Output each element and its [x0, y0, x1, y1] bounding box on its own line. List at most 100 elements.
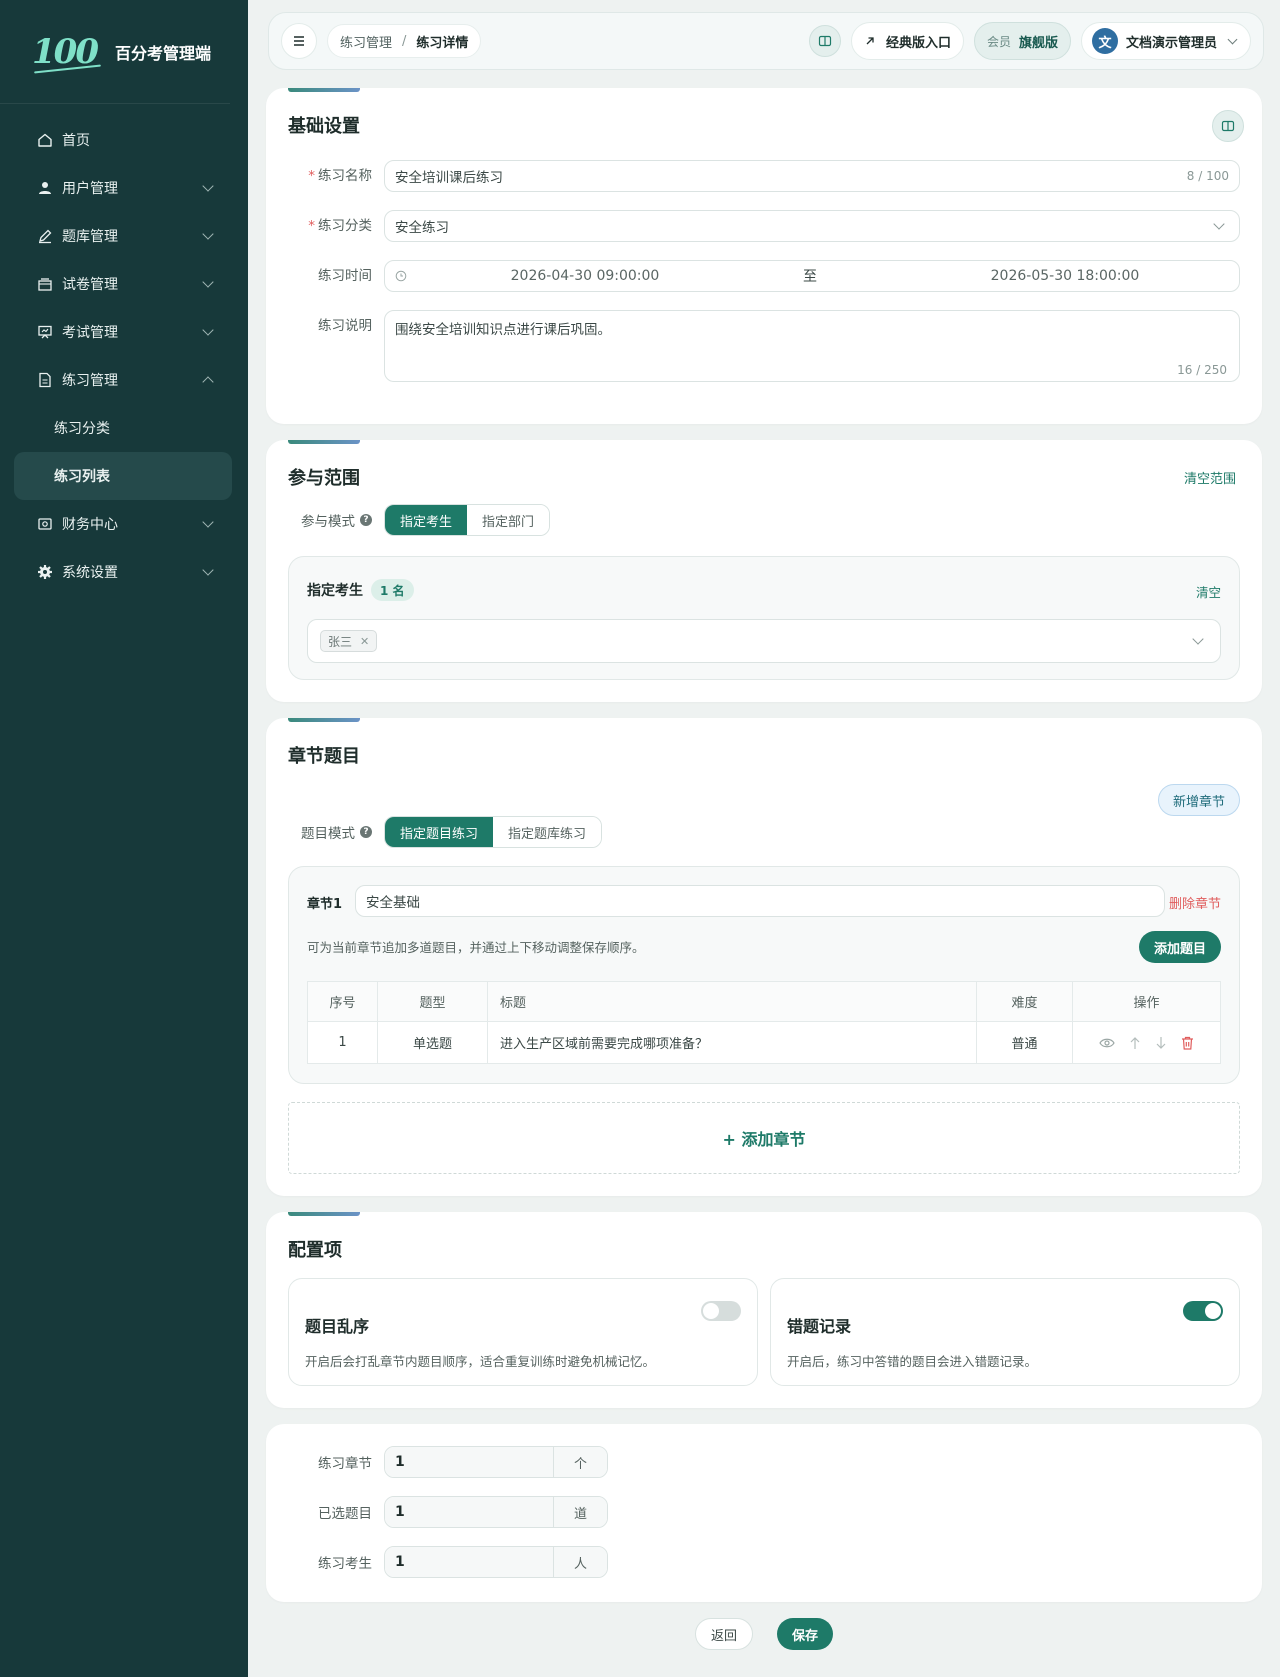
- table-header-type: 题型: [377, 981, 488, 1022]
- card-accent: [288, 440, 360, 444]
- member-level: 旗舰版: [1018, 35, 1058, 51]
- member-badge[interactable]: 会员 旗舰版: [973, 22, 1071, 60]
- sidebar-item-home[interactable]: 首页: [0, 116, 248, 164]
- classic-entry-label: 经典版入口: [885, 35, 951, 51]
- paper-icon: [36, 275, 54, 293]
- sidebar-item-finance[interactable]: 财务中心: [0, 500, 248, 548]
- toggle-knob: [703, 1303, 719, 1319]
- table-header-actions: 操作: [1072, 981, 1221, 1022]
- summary-questions-field: 1 道: [384, 1496, 608, 1528]
- summary-row-questions: 已选题目 1 道: [288, 1496, 608, 1528]
- practice-time-range-picker[interactable]: 2026-04-30 09:00:00 至 2026-05-30 18:00:0…: [384, 260, 1240, 292]
- brand[interactable]: 100 百分考管理端: [0, 0, 230, 104]
- practice-desc-count: 16 / 250: [1177, 363, 1227, 377]
- table-row: 1 单选题 进入生产区域前需要完成哪项准备？ 普通: [307, 1021, 1221, 1064]
- delete-icon[interactable]: [1181, 1036, 1194, 1050]
- summary-value: 1: [385, 1497, 553, 1527]
- eye-icon[interactable]: [1099, 1037, 1115, 1049]
- summary-label: 已选题目: [318, 1506, 372, 1522]
- breadcrumb-separator: /: [402, 33, 407, 49]
- sidebar-item-users[interactable]: 用户管理: [0, 164, 248, 212]
- sidebar-item-question-bank[interactable]: 题库管理: [0, 212, 248, 260]
- practice-category-select[interactable]: 安全练习: [384, 210, 1240, 242]
- wrong-record-option-card: 错题记录 开启后，练习中答错的题目会进入错题记录。: [770, 1278, 1240, 1386]
- wrong-record-toggle[interactable]: [1183, 1301, 1223, 1321]
- summary-value: 1: [385, 1447, 553, 1477]
- document-icon: [36, 371, 54, 389]
- add-question-button[interactable]: 添加题目: [1138, 931, 1221, 963]
- back-button[interactable]: 返回: [694, 1618, 753, 1650]
- question-mode-option-specified[interactable]: 指定题目练习: [385, 817, 494, 847]
- row-title: 进入生产区域前需要完成哪项准备？: [487, 1021, 977, 1064]
- scope-mode-row: 参与模式? 指定考生 指定部门: [288, 504, 551, 536]
- chapter-hint: 可为当前章节追加多道题目，并通过上下移动调整保存顺序。: [307, 940, 645, 955]
- sidebar-item-label: 考试管理: [62, 325, 118, 341]
- practice-category-value: 安全练习: [395, 220, 449, 236]
- table-header-difficulty: 难度: [976, 981, 1073, 1022]
- student-tag: 张三 ✕: [320, 630, 378, 652]
- menu-toggle-button[interactable]: [281, 23, 317, 59]
- practice-time-row: 练习时间 2026-04-30 09:00:00 至 2026-05-30 18…: [288, 260, 1240, 292]
- sidebar-item-papers[interactable]: 试卷管理: [0, 260, 248, 308]
- arrow-up-icon[interactable]: [1129, 1036, 1141, 1050]
- arrow-down-icon[interactable]: [1155, 1036, 1167, 1050]
- clear-students-link[interactable]: 清空: [1196, 582, 1221, 601]
- students-multiselect[interactable]: 张三 ✕: [307, 619, 1221, 663]
- help-icon[interactable]: ?: [360, 514, 372, 526]
- summary-unit: 道: [553, 1497, 607, 1527]
- practice-desc-textarea[interactable]: 围绕安全培训知识点进行课后巩固。 16 / 250: [384, 310, 1240, 382]
- basic-settings-help-button[interactable]: [1212, 110, 1244, 142]
- delete-chapter-button[interactable]: 删除章节: [1169, 893, 1221, 912]
- scope-title: 参与范围: [288, 468, 360, 489]
- row-actions: [1072, 1021, 1221, 1064]
- chevron-down-icon: [202, 228, 214, 240]
- practice-name-label: * 练习名称: [308, 168, 372, 184]
- summary-label: 练习考生: [318, 1556, 372, 1572]
- shuffle-toggle[interactable]: [701, 1301, 741, 1321]
- manual-button[interactable]: [808, 25, 841, 57]
- sidebar-item-label: 首页: [62, 133, 90, 149]
- clear-scope-link[interactable]: 清空范围: [1184, 468, 1236, 487]
- close-icon[interactable]: ✕: [360, 635, 369, 648]
- assigned-students-count: 1 名: [371, 579, 414, 601]
- save-button[interactable]: 保存: [777, 1618, 834, 1650]
- time-start[interactable]: 2026-04-30 09:00:00: [505, 268, 665, 284]
- sidebar-item-practice[interactable]: 练习管理: [0, 356, 248, 404]
- table-header-row: 序号 题型 标题 难度 操作: [307, 981, 1221, 1022]
- row-difficulty: 普通: [976, 1021, 1073, 1064]
- card-accent: [288, 1212, 360, 1216]
- classic-entry-button[interactable]: 经典版入口: [850, 22, 964, 60]
- user-menu[interactable]: 文 文档演示管理员: [1080, 22, 1251, 60]
- scope-card: 参与范围 清空范围 参与模式? 指定考生 指定部门 指定考生 1 名 清空 张三…: [266, 440, 1262, 702]
- chapter-name-input[interactable]: 安全基础: [355, 885, 1165, 917]
- add-chapter-top-button[interactable]: 新增章节: [1157, 784, 1240, 816]
- sidebar-item-settings[interactable]: 系统设置: [0, 548, 248, 596]
- question-mode-segmented: 指定题目练习 指定题库练习: [384, 816, 603, 848]
- sidebar-item-exams[interactable]: 考试管理: [0, 308, 248, 356]
- scope-mode-option-departments[interactable]: 指定部门: [467, 505, 550, 535]
- gear-icon: [36, 563, 54, 581]
- chapter-box: 章节1 安全基础 删除章节 可为当前章节追加多道题目，并通过上下移动调整保存顺序…: [288, 866, 1240, 1084]
- time-end[interactable]: 2026-05-30 18:00:00: [985, 268, 1145, 284]
- breadcrumb-parent[interactable]: 练习管理: [340, 32, 392, 51]
- practice-name-input[interactable]: 安全培训课后练习 8 / 100: [384, 160, 1240, 192]
- scope-mode-option-students[interactable]: 指定考生: [385, 505, 468, 535]
- board-icon: [36, 323, 54, 341]
- question-table-wrap: 序号 题型 标题 难度 操作 1 单选题 进入生产区域前需要完成哪项准备？ 普通: [307, 981, 1221, 1064]
- practice-name-value: 安全培训课后练习: [395, 170, 503, 186]
- help-icon[interactable]: ?: [360, 826, 372, 838]
- shuffle-option-card: 题目乱序 开启后会打乱章节内题目顺序，适合重复训练时避免机械记忆。: [288, 1278, 758, 1386]
- finance-icon: [36, 515, 54, 533]
- sidebar-subitem-practice-category[interactable]: 练习分类: [0, 404, 248, 452]
- card-accent: [288, 88, 360, 92]
- practice-name-row: * 练习名称 安全培训课后练习 8 / 100: [288, 160, 1240, 192]
- footer-actions: 返回 保存: [266, 1618, 1262, 1650]
- wrong-record-desc: 开启后，练习中答错的题目会进入错题记录。: [787, 1354, 1038, 1369]
- practice-desc-value: 围绕安全培训知识点进行课后巩固。: [395, 322, 611, 338]
- question-mode-option-bank[interactable]: 指定题库练习: [493, 817, 602, 847]
- add-chapter-bottom-button[interactable]: + 添加章节: [288, 1102, 1240, 1174]
- sidebar-item-label: 练习管理: [62, 373, 118, 389]
- summary-row-students: 练习考生 1 人: [288, 1546, 608, 1578]
- sidebar-subitem-practice-list[interactable]: 练习列表: [14, 452, 232, 500]
- chevron-down-icon: [1213, 218, 1225, 230]
